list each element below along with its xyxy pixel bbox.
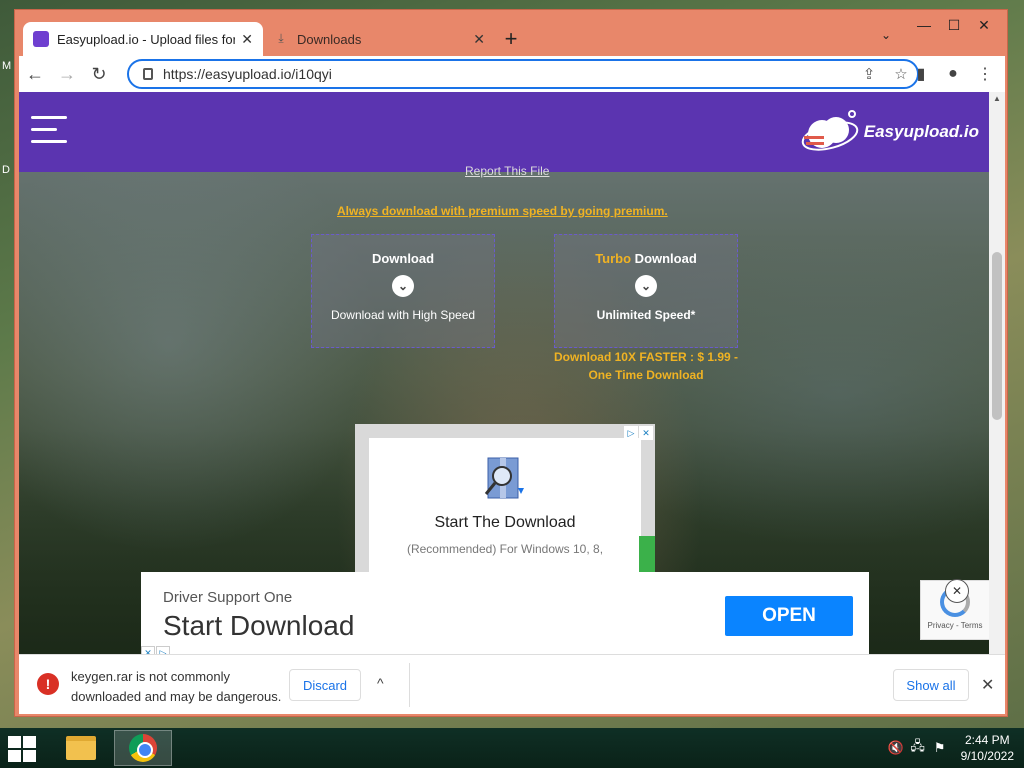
close-icon[interactable]: ✕ bbox=[945, 579, 969, 603]
page-viewport: Easyupload.io Report This File Always do… bbox=[19, 92, 1005, 654]
recaptcha-badge[interactable]: Privacy - Terms ✕ bbox=[920, 579, 990, 640]
turbo-price-text[interactable]: Download 10X FASTER : $ 1.99 - One Time … bbox=[553, 348, 739, 384]
chevron-down-icon: ⌄ bbox=[635, 275, 657, 297]
system-tray: 🔇 🖧 ⚑ 2:44 PM 9/10/2022 bbox=[885, 732, 1014, 764]
discard-button[interactable]: Discard bbox=[289, 669, 361, 701]
recaptcha-text[interactable]: Privacy - Terms bbox=[921, 621, 989, 630]
premium-link[interactable]: Always download with premium speed by go… bbox=[337, 204, 668, 218]
windows-start-icon[interactable] bbox=[8, 736, 38, 762]
close-ad-icon[interactable]: ✕ bbox=[639, 426, 653, 440]
turbo-subtitle: Unlimited Speed* bbox=[596, 308, 696, 322]
adchoices-icon[interactable]: ▷ bbox=[156, 646, 170, 654]
ad-card[interactable]: Start The Download (Recommended) For Win… bbox=[369, 438, 641, 574]
ad-headline: Start Download bbox=[163, 610, 355, 641]
download-subtitle: Download with High Speed bbox=[330, 308, 476, 322]
profile-icon[interactable]: ● bbox=[937, 59, 969, 89]
ad-subtitle: (Recommended) For Windows 10, 8, bbox=[406, 542, 604, 556]
download-button[interactable]: Download ⌄ Download with High Speed bbox=[311, 234, 495, 348]
ad-sponsor: Driver Support One bbox=[163, 589, 293, 606]
download-title: Download bbox=[371, 251, 435, 266]
ad-title: Start The Download bbox=[434, 514, 576, 531]
chrome-icon[interactable] bbox=[114, 730, 172, 766]
tab-title: Easyupload.io - Upload files for f bbox=[57, 31, 236, 47]
action-center-icon[interactable]: ⚑ bbox=[929, 740, 951, 756]
ad-middle[interactable]: ▷ ✕ Start The Download (Recommended) For… bbox=[355, 424, 655, 574]
tab-search-button[interactable]: ⌄ bbox=[881, 28, 891, 42]
maximize-button[interactable]: ☐ bbox=[939, 14, 969, 36]
scroll-up-icon[interactable]: ▲ bbox=[993, 94, 1001, 103]
window-controls: — ☐ ✕ bbox=[909, 14, 999, 36]
cloud-logo-icon bbox=[800, 106, 860, 158]
forward-button[interactable]: → bbox=[51, 58, 83, 90]
toolbar-right: ▮ ● ⋮ bbox=[905, 59, 1001, 89]
ad-bottom-banner[interactable]: Driver Support One Start Download OPEN bbox=[141, 572, 869, 654]
download-warning-message: keygen.rar is not commonly downloaded an… bbox=[71, 669, 282, 704]
close-tab-icon[interactable]: ✕ bbox=[241, 31, 253, 48]
tab-title: Downloads bbox=[297, 31, 362, 47]
site-header: Easyupload.io bbox=[19, 92, 989, 172]
network-icon[interactable]: 🖧 bbox=[907, 737, 929, 759]
back-button[interactable]: ← bbox=[19, 58, 51, 90]
turbo-label: Turbo bbox=[595, 251, 632, 266]
archive-app-icon bbox=[480, 452, 530, 504]
browser-toolbar: ← → ↻ https://easyupload.io/i10qyi ⇪ ☆ ▮… bbox=[19, 56, 1005, 92]
turbo-title-rest: Download bbox=[631, 251, 697, 266]
new-tab-button[interactable]: + bbox=[495, 22, 527, 56]
site-logo[interactable]: Easyupload.io bbox=[800, 106, 979, 158]
show-all-button[interactable]: Show all bbox=[893, 669, 969, 701]
tab-strip: Easyupload.io - Upload files for f ✕ ⤓ D… bbox=[23, 20, 527, 56]
chevron-down-icon: ⌄ bbox=[392, 275, 414, 297]
minimize-button[interactable]: — bbox=[909, 14, 939, 36]
desktop-text: D bbox=[2, 164, 10, 176]
lock-icon[interactable] bbox=[143, 68, 153, 80]
easyupload-favicon-icon bbox=[33, 31, 49, 47]
desktop-text: M bbox=[2, 60, 12, 72]
ad-open-button[interactable]: OPEN bbox=[725, 596, 853, 636]
page-scrollbar[interactable]: ▲ bbox=[989, 92, 1005, 654]
close-window-button[interactable]: ✕ bbox=[969, 14, 999, 36]
hamburger-menu-icon[interactable] bbox=[31, 116, 67, 152]
side-panel-icon[interactable]: ▮ bbox=[905, 59, 937, 89]
turbo-download-title: Turbo Download bbox=[555, 251, 737, 266]
turbo-download-button[interactable]: Turbo Download ⌄ Unlimited Speed* bbox=[554, 234, 738, 348]
reload-button[interactable]: ↻ bbox=[83, 58, 115, 90]
report-file-link[interactable]: Report This File bbox=[465, 164, 549, 178]
url-text[interactable]: https://easyupload.io/i10qyi bbox=[163, 66, 853, 82]
clock-date: 9/10/2022 bbox=[960, 749, 1014, 763]
clock[interactable]: 2:44 PM 9/10/2022 bbox=[961, 732, 1014, 764]
share-icon[interactable]: ⇪ bbox=[853, 65, 885, 83]
tab-easyupload[interactable]: Easyupload.io - Upload files for f ✕ bbox=[23, 22, 263, 56]
menu-icon[interactable]: ⋮ bbox=[969, 59, 1001, 89]
download-icon: ⤓ bbox=[278, 31, 284, 45]
logo-text: Easyupload.io bbox=[863, 122, 979, 141]
download-bar: ! keygen.rar is not commonly downloaded … bbox=[19, 654, 1005, 714]
divider bbox=[409, 663, 410, 707]
scrollbar-thumb[interactable] bbox=[992, 252, 1002, 420]
clock-time: 2:44 PM bbox=[964, 733, 1010, 747]
ad-bottom-choices[interactable]: ✕ ▷ bbox=[141, 646, 171, 654]
close-ad-icon[interactable]: ✕ bbox=[141, 646, 155, 654]
close-download-bar-icon[interactable]: ✕ bbox=[981, 675, 994, 695]
browser-window: — ☐ ✕ Easyupload.io - Upload files for f… bbox=[14, 9, 1008, 717]
close-tab-icon[interactable]: ✕ bbox=[473, 31, 485, 48]
taskbar: 🔇 🖧 ⚑ 2:44 PM 9/10/2022 bbox=[0, 728, 1024, 768]
ad-green-bar bbox=[639, 536, 655, 574]
volume-muted-icon[interactable]: 🔇 bbox=[885, 740, 907, 756]
tab-downloads[interactable]: ⤓ Downloads ✕ bbox=[263, 22, 495, 56]
chevron-up-icon[interactable]: ^ bbox=[377, 675, 384, 691]
address-bar[interactable]: https://easyupload.io/i10qyi ⇪ ☆ bbox=[127, 59, 919, 89]
warning-icon: ! bbox=[37, 673, 59, 695]
file-explorer-icon[interactable] bbox=[52, 730, 110, 766]
